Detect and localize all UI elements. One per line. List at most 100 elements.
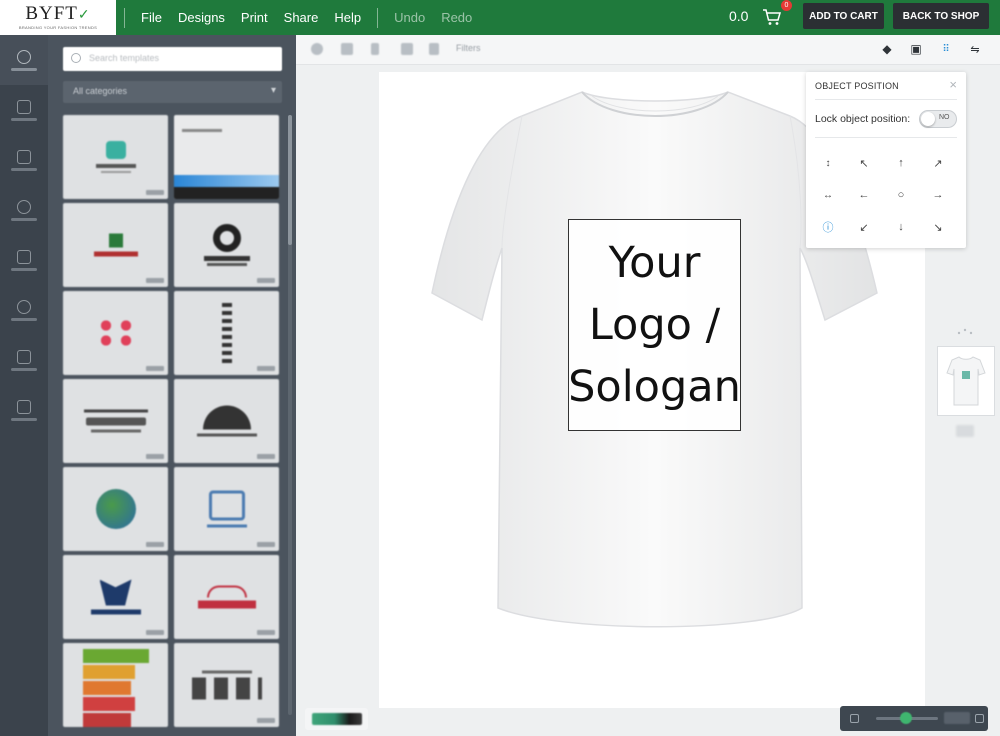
rail-item-shape[interactable] [0, 185, 48, 235]
rail-item-templates[interactable] [0, 385, 48, 435]
rail-item-qrcode[interactable] [0, 285, 48, 335]
tool-rail [0, 35, 48, 736]
lock-icon[interactable] [401, 43, 413, 55]
position-grid-icon[interactable]: ⠿ [939, 42, 953, 56]
preview-icon[interactable] [311, 43, 323, 55]
clipart-icon [17, 99, 31, 114]
fullscreen-icon[interactable] [975, 714, 984, 723]
divider [377, 7, 379, 28]
rail-item-image[interactable] [0, 135, 48, 185]
redo-button[interactable]: Redo [433, 10, 480, 25]
product-view-thumbnail[interactable] [937, 346, 995, 416]
toggle-state: NO [939, 114, 950, 121]
brand-logo[interactable]: BYFT✓ BRANDING YOUR FASHION TRENDS [0, 0, 116, 35]
template-tile[interactable] [174, 379, 279, 463]
templates-scrollbar[interactable] [288, 115, 292, 715]
home-icon [17, 49, 31, 64]
template-tile[interactable] [63, 115, 168, 199]
template-tile[interactable] [174, 643, 279, 727]
align-bottom-icon[interactable]: ↓ [889, 217, 913, 237]
menu-file[interactable]: File [133, 10, 170, 25]
align-top-icon[interactable]: ↑ [889, 153, 913, 173]
align-right-icon[interactable]: → [926, 185, 950, 205]
template-tile[interactable] [63, 379, 168, 463]
search-icon [71, 53, 81, 63]
transform-icon[interactable]: ⇋ [968, 42, 982, 56]
flip-icon[interactable] [371, 43, 379, 55]
back-to-shop-button[interactable]: BACK TO SHOP [893, 3, 989, 29]
logo-placeholder-text: Your Logo / Sologan [568, 238, 741, 412]
text-icon [17, 249, 31, 264]
filters-button[interactable]: Filters [456, 43, 481, 53]
template-tile[interactable] [174, 291, 279, 375]
center-vertical-icon[interactable]: ↕ [816, 153, 840, 173]
rail-label [11, 117, 37, 121]
tshirt-thumbnail-icon [946, 356, 986, 406]
template-icon [17, 399, 31, 414]
template-tile[interactable] [63, 291, 168, 375]
category-select[interactable]: All categories ▾ [63, 81, 282, 103]
cart-icon[interactable] [762, 8, 782, 26]
brand-tagline: BRANDING YOUR FASHION TRENDS [18, 25, 98, 30]
templates-panel: Search templates All categories ▾ [48, 35, 296, 736]
menu-share[interactable]: Share [276, 10, 327, 25]
template-search-input[interactable]: Search templates [63, 47, 282, 71]
align-bottom-left-icon[interactable]: ↙ [852, 217, 876, 237]
rail-label [11, 67, 37, 71]
rail-item-layers[interactable] [0, 335, 48, 385]
align-center-icon[interactable]: ○ [889, 185, 913, 205]
rail-item-clipart[interactable] [0, 85, 48, 135]
align-top-left-icon[interactable]: ↖ [852, 153, 876, 173]
template-tile[interactable] [63, 203, 168, 287]
scroll-thumb[interactable] [288, 115, 292, 245]
dots-icon [957, 328, 973, 335]
close-icon[interactable]: × [949, 77, 957, 92]
color-swatches[interactable] [305, 708, 368, 730]
menu-help[interactable]: Help [326, 10, 369, 25]
align-left-icon[interactable]: ← [852, 185, 876, 205]
rail-label [11, 417, 37, 421]
top-bar: BYFT✓ BRANDING YOUR FASHION TRENDS File … [0, 0, 1000, 35]
duplicate-icon[interactable] [341, 43, 353, 55]
template-tile[interactable] [174, 115, 279, 199]
template-tile[interactable] [63, 467, 168, 551]
undo-button[interactable]: Undo [386, 10, 433, 25]
color-bar[interactable] [311, 713, 362, 725]
cart-count-badge: 0 [781, 0, 792, 11]
divider [815, 137, 957, 138]
align-top-right-icon[interactable]: ↗ [926, 153, 950, 173]
template-tile[interactable] [63, 643, 168, 727]
rail-item-home[interactable] [0, 35, 48, 85]
divider [124, 7, 125, 28]
lock-position-toggle[interactable]: NO [919, 110, 957, 128]
add-to-cart-button[interactable]: ADD TO CART [803, 3, 884, 29]
image-icon [17, 149, 31, 164]
arrange-icon[interactable]: ▣ [909, 42, 923, 56]
logo-placeholder-box[interactable]: Your Logo / Sologan [568, 219, 741, 431]
link-icon[interactable] [429, 43, 439, 55]
rail-label [11, 367, 37, 371]
template-tile[interactable] [174, 555, 279, 639]
rail-item-text[interactable] [0, 235, 48, 285]
center-horizontal-icon[interactable]: ↔ [816, 185, 840, 205]
zoom-out-icon[interactable] [850, 714, 859, 723]
menu-print[interactable]: Print [233, 10, 276, 25]
object-position-title: OBJECT POSITION [815, 81, 899, 91]
menu-designs[interactable]: Designs [170, 10, 233, 25]
lock-position-label: Lock object position: [815, 113, 911, 125]
zoom-controls [840, 706, 988, 731]
layers-icon [17, 349, 31, 364]
zoom-value [944, 712, 970, 724]
align-bottom-right-icon[interactable]: ↘ [926, 217, 950, 237]
fill-color-icon[interactable]: ◆ [880, 42, 894, 56]
info-icon[interactable]: ⓘ [816, 217, 840, 237]
divider [815, 99, 957, 100]
template-tile[interactable] [63, 555, 168, 639]
rail-label [11, 217, 37, 221]
zoom-slider-handle[interactable] [900, 712, 912, 724]
shape-icon [17, 199, 31, 214]
cart-price: 0.0 [729, 8, 749, 24]
template-tile[interactable] [174, 467, 279, 551]
rail-label [11, 267, 37, 271]
template-tile[interactable] [174, 203, 279, 287]
